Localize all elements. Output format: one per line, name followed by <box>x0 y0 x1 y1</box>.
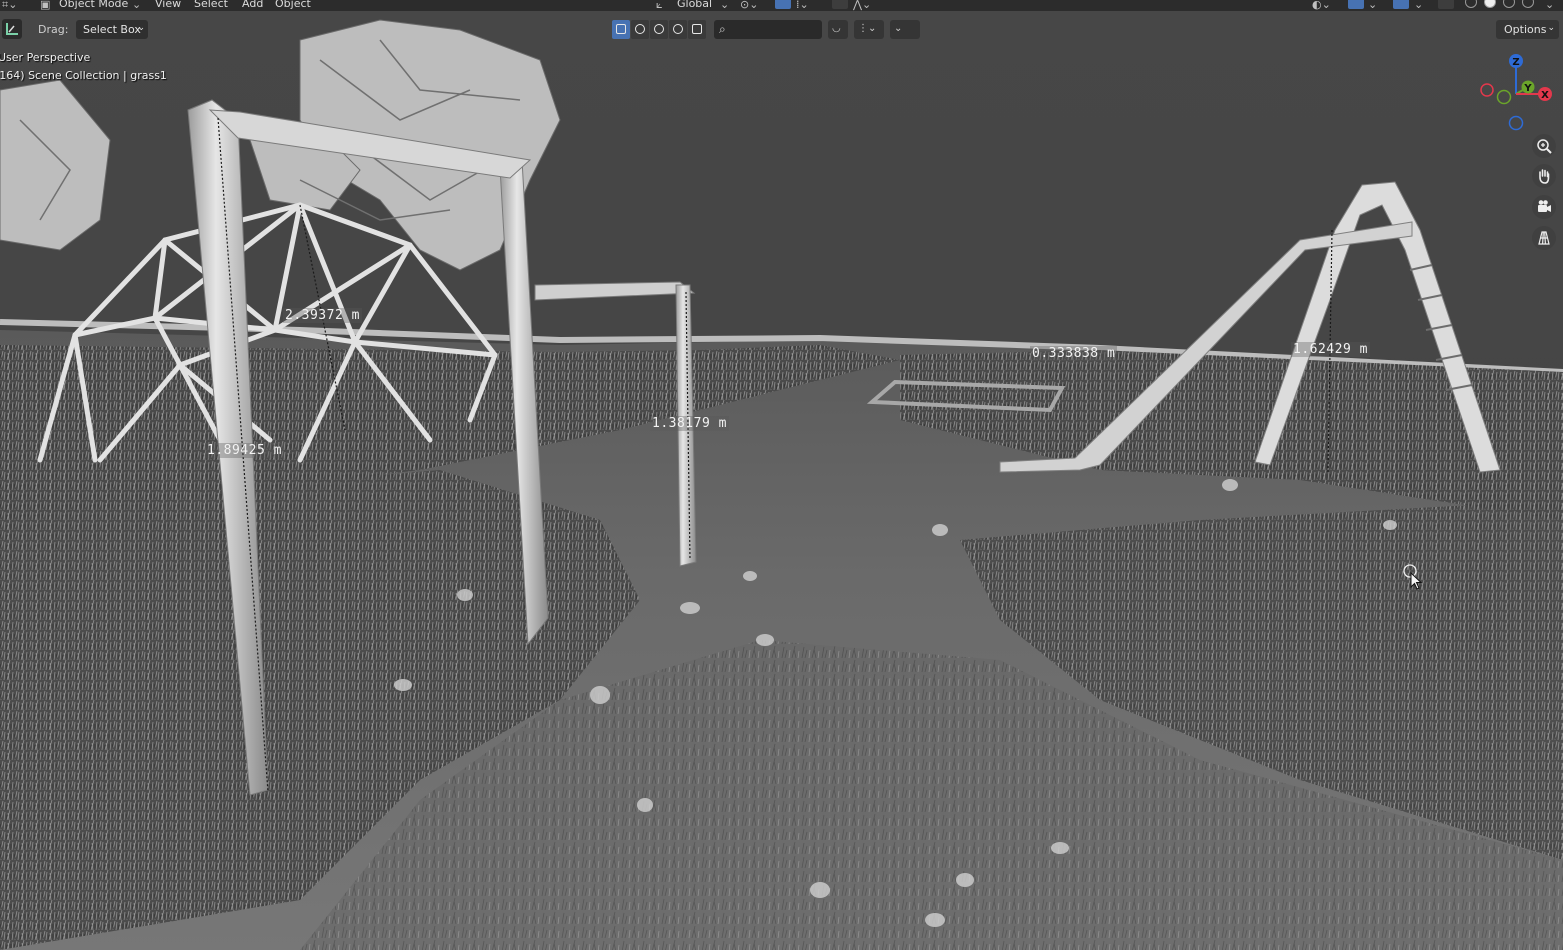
falloff-icon[interactable]: ⋀⌄ <box>853 0 871 11</box>
active-tool-icon[interactable] <box>2 19 22 39</box>
snap-target-icon[interactable]: ⁞⌄ <box>796 0 809 11</box>
material-slot-icon[interactable]: ◡ <box>828 20 848 39</box>
visibility-icon[interactable]: ◐⌄ <box>1312 0 1331 11</box>
gizmo-toggle[interactable] <box>1348 0 1364 9</box>
chevron-down-icon[interactable]: ⌄ <box>1368 0 1377 11</box>
pivot-point-icon[interactable]: ⊙⌄ <box>740 0 758 11</box>
zoom-icon[interactable] <box>1532 134 1556 158</box>
transform-orientation-icon: ⟀ <box>656 0 663 11</box>
orientation-dropdown[interactable]: Global <box>677 0 712 10</box>
select-extend-toggle[interactable] <box>631 20 649 39</box>
select-invert-toggle[interactable] <box>669 20 687 39</box>
options-label: Options <box>1504 23 1547 36</box>
wireframe-shading-icon[interactable] <box>1465 0 1477 8</box>
select-intersect-toggle[interactable] <box>688 20 706 39</box>
overlay-toggle[interactable] <box>1393 0 1409 9</box>
tool-settings-bar: Drag: Select Box ⌄ ⌕ ◡ ⋮⌄ ⌄ Options ⌄ <box>0 18 1563 42</box>
mode-dropdown[interactable]: Object Mode <box>59 0 128 10</box>
options-dropdown[interactable]: Options ⌄ <box>1496 20 1559 39</box>
scene-render[interactable] <box>0 0 1563 950</box>
3d-viewport[interactable]: User Perspective (164) Scene Collection … <box>0 0 1563 950</box>
drag-label: Drag: <box>38 23 69 36</box>
drag-mode-value: Select Box <box>83 23 141 36</box>
menu-object[interactable]: Object <box>275 0 311 10</box>
menu-select[interactable]: Select <box>194 0 228 10</box>
editor-type-icon[interactable]: ⌗⌄ <box>2 0 17 11</box>
chevron-down-icon[interactable]: ⌄ <box>1545 0 1554 11</box>
search-input[interactable]: ⌕ <box>714 20 822 39</box>
rendered-shading-icon[interactable] <box>1522 0 1534 8</box>
chevron-down-icon: ⌄ <box>132 0 142 11</box>
select-subtract-toggle[interactable] <box>650 20 668 39</box>
viewport-header: ⌗⌄ ▣ Object Mode ⌄ View Select Add Objec… <box>0 0 1563 11</box>
collection-info: (164) Scene Collection | grass1 <box>0 69 167 82</box>
camera-view-icon[interactable] <box>1532 195 1556 219</box>
measurement-label: 1.38179 m <box>650 416 729 431</box>
chevron-down-icon: ⌄ <box>137 23 145 33</box>
hierarchy-icon[interactable]: ⋮⌄ <box>854 20 884 39</box>
chevron-down-icon: ⌄ <box>720 0 730 11</box>
search-icon: ⌕ <box>719 22 726 36</box>
view-name: User Perspective <box>0 51 91 64</box>
object-mode-icon: ▣ <box>40 0 51 11</box>
chevron-down-icon[interactable]: ⌄ <box>1414 0 1423 11</box>
measurement-label: 2.39372 m <box>283 308 362 323</box>
material-shading-icon[interactable] <box>1503 0 1515 8</box>
mouse-cursor-icon <box>1403 564 1423 590</box>
measurement-label: 0.333838 m <box>1030 346 1118 361</box>
snap-toggle[interactable] <box>775 0 791 9</box>
options-dropdown-small[interactable]: ⌄ <box>890 20 920 39</box>
ortho-grid-icon[interactable] <box>1532 226 1556 250</box>
axis-gizmo[interactable]: Z Y X <box>1472 50 1562 140</box>
measurement-label: 1.89425 m <box>205 443 284 458</box>
chevron-down-icon: ⌄ <box>1547 23 1555 33</box>
gizmo-z-label: Z <box>1512 57 1519 68</box>
measurement-label: 1.62429 m <box>1291 342 1370 357</box>
gizmo-x-label: X <box>1541 90 1549 101</box>
gizmo-y-label: Y <box>1523 83 1532 94</box>
menu-view[interactable]: View <box>155 0 181 10</box>
xray-toggle[interactable] <box>1438 0 1454 9</box>
proportional-edit-toggle[interactable] <box>832 0 848 9</box>
solid-shading-icon[interactable] <box>1484 0 1496 8</box>
drag-mode-dropdown[interactable]: Select Box ⌄ <box>76 20 148 39</box>
select-new-toggle[interactable] <box>612 20 630 39</box>
pan-hand-icon[interactable] <box>1532 164 1556 188</box>
menu-add[interactable]: Add <box>242 0 263 10</box>
